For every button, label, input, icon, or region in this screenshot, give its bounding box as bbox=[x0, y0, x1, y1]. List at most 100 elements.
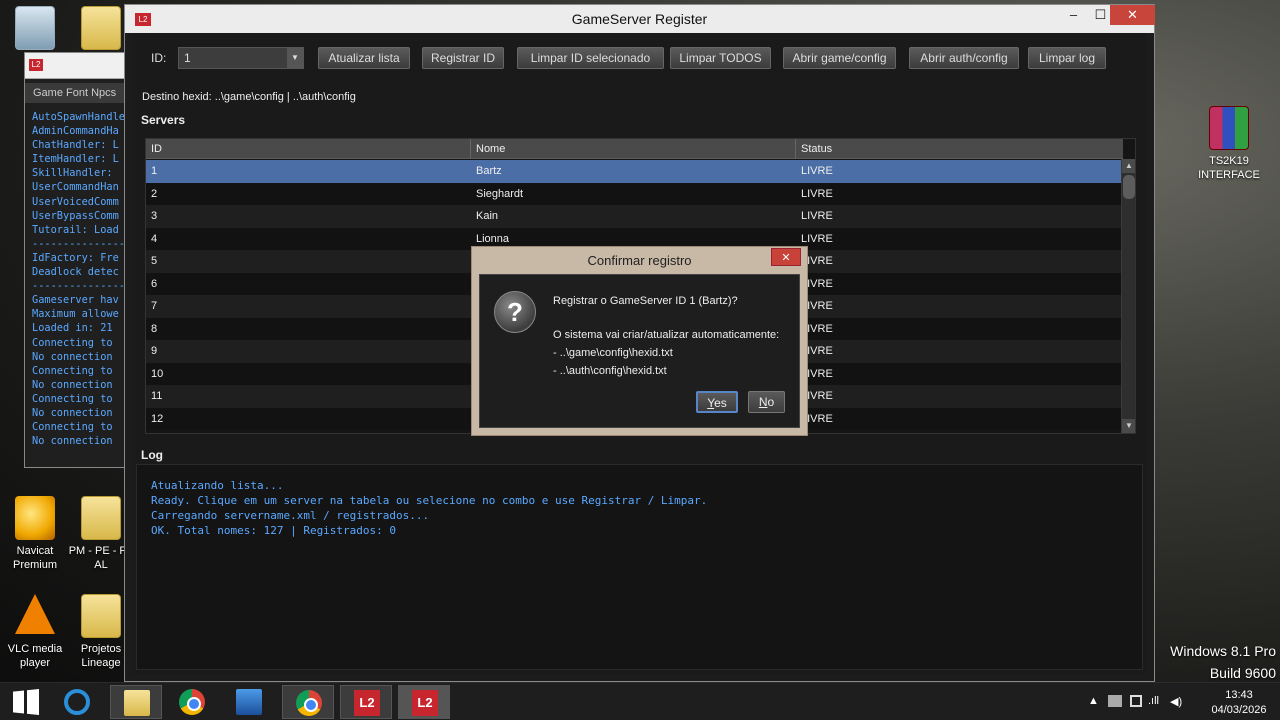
scroll-down-icon[interactable]: ▼ bbox=[1122, 419, 1135, 433]
volume-icon[interactable]: ◀) bbox=[1170, 695, 1182, 708]
console-log-line: --------------- bbox=[32, 280, 125, 293]
yes-button[interactable]: Yes bbox=[696, 391, 738, 413]
scrollbar-thumb[interactable] bbox=[1123, 175, 1135, 199]
cell-id: 8 bbox=[151, 322, 158, 335]
log-panel[interactable]: Atualizando lista... Ready. Clique em um … bbox=[136, 464, 1143, 670]
desktop-icon-ts2k19[interactable]: TS2K19 INTERFACE bbox=[1194, 106, 1264, 182]
desktop-icon-recycle-bin[interactable] bbox=[0, 6, 70, 54]
taskbar-l2-console[interactable]: L2 bbox=[340, 685, 392, 719]
console-log-line: Maximum allowe bbox=[32, 308, 119, 321]
clear-all-button[interactable]: Limpar TODOS bbox=[670, 47, 771, 69]
cell-status: LIVRE bbox=[801, 390, 833, 402]
console-log-line: UserCommandHan bbox=[32, 181, 119, 194]
column-header-name[interactable]: Nome bbox=[471, 139, 796, 159]
start-button[interactable] bbox=[0, 685, 52, 719]
console-log-line: --------------- bbox=[32, 237, 125, 250]
register-id-button[interactable]: Registrar ID bbox=[422, 47, 504, 69]
taskbar: L2 L2 ▲ .ıll ◀) 13:43 04/03/2026 bbox=[0, 682, 1280, 720]
desktop-icon-vlc[interactable]: VLC media player bbox=[0, 594, 70, 670]
window-titlebar[interactable]: L2 GameServer Register – ☐ ✕ bbox=[125, 5, 1155, 33]
minimize-button[interactable]: – bbox=[1060, 5, 1087, 25]
servers-heading: Servers bbox=[141, 113, 186, 127]
dialog-close-button[interactable]: ✕ bbox=[771, 248, 801, 266]
console-log-line: UserVoicedComm bbox=[32, 195, 119, 208]
console-log-line: Tutorail: Load bbox=[32, 223, 119, 236]
cell-id: 5 bbox=[151, 255, 158, 267]
console-window[interactable]: L2 Game Font Npcs AutoSpawnHandle AdminCo… bbox=[24, 52, 128, 468]
cell-status: LIVRE bbox=[801, 165, 833, 177]
cell-name: Bartz bbox=[476, 165, 502, 177]
console-log-line: ItemHandler: L bbox=[32, 153, 119, 166]
taskbar-network-app[interactable] bbox=[223, 685, 275, 719]
close-button[interactable]: ✕ bbox=[1110, 5, 1155, 25]
open-auth-config-button[interactable]: Abrir auth/config bbox=[909, 47, 1019, 69]
clear-selected-id-button[interactable]: Limpar ID selecionado bbox=[517, 47, 664, 69]
taskbar-internet-explorer[interactable] bbox=[51, 685, 103, 719]
desktop-icon-label: Navicat Premium bbox=[12, 545, 57, 571]
id-combo[interactable]: 1 ▼ bbox=[178, 47, 304, 69]
console-log-line: Loaded in: 21 bbox=[32, 322, 119, 335]
refresh-list-button[interactable]: Atualizar lista bbox=[318, 47, 410, 69]
console-log-line: ChatHandler: L bbox=[32, 139, 119, 152]
l2-app-icon: L2 bbox=[412, 690, 438, 716]
cell-id: 7 bbox=[151, 300, 158, 312]
network-icon[interactable] bbox=[1130, 695, 1142, 707]
column-header-id[interactable]: ID bbox=[146, 139, 471, 159]
folder-icon bbox=[81, 594, 121, 638]
yes-label: es bbox=[714, 396, 727, 410]
l2-app-icon: L2 bbox=[354, 690, 380, 716]
cell-status: LIVRE bbox=[801, 345, 833, 357]
console-menu-bar[interactable]: Game Font Npcs bbox=[25, 83, 127, 103]
dialog-question: Registrar o GameServer ID 1 (Bartz)? bbox=[553, 295, 738, 307]
cell-status: LIVRE bbox=[801, 255, 833, 267]
cell-id: 9 bbox=[151, 345, 158, 357]
cell-status: LIVRE bbox=[801, 300, 833, 312]
dialog-message: Registrar o GameServer ID 1 (Bartz)? O s… bbox=[553, 292, 779, 380]
taskbar-chrome[interactable] bbox=[166, 685, 218, 719]
toolbar: ID: 1 ▼ Atualizar lista Registrar ID Lim… bbox=[141, 47, 1147, 69]
desktop-icon-navicat[interactable]: Navicat Premium bbox=[0, 496, 70, 572]
show-hidden-icons-icon[interactable]: ▲ bbox=[1088, 695, 1099, 707]
table-row[interactable]: 3 Kain LIVRE bbox=[146, 205, 1121, 228]
table-header: ID Nome Status bbox=[146, 139, 1123, 159]
console-log-line: UserBypassComm bbox=[32, 209, 119, 222]
question-icon: ? bbox=[494, 291, 536, 333]
system-tray: ▲ .ıll ◀) 13:43 04/03/2026 bbox=[1080, 683, 1280, 720]
dialog-path-game: - ..\game\config\hexid.txt bbox=[553, 347, 673, 359]
windows-logo-icon bbox=[13, 689, 39, 715]
console-log-line: Connecting to bbox=[32, 421, 119, 434]
clock[interactable]: 13:43 04/03/2026 bbox=[1204, 688, 1274, 718]
no-button[interactable]: No bbox=[748, 391, 785, 413]
taskbar-l2-register[interactable]: L2 bbox=[398, 685, 450, 719]
log-line: OK. Total nomes: 127 | Registrados: 0 bbox=[151, 524, 397, 537]
log-line: Ready. Clique em um server na tabela ou … bbox=[151, 494, 708, 507]
cell-status: LIVRE bbox=[801, 210, 833, 222]
signal-icon[interactable]: .ıll bbox=[1148, 695, 1159, 707]
clear-log-button[interactable]: Limpar log bbox=[1028, 47, 1106, 69]
open-game-config-button[interactable]: Abrir game/config bbox=[783, 47, 896, 69]
cell-status: LIVRE bbox=[801, 412, 833, 425]
clock-date: 04/03/2026 bbox=[1211, 704, 1267, 716]
console-log-line: No connection bbox=[32, 378, 119, 391]
console-log-line: AdminCommandHa bbox=[32, 125, 119, 138]
table-scrollbar[interactable]: ▲ ▼ bbox=[1121, 159, 1135, 433]
log-line: Atualizando lista... bbox=[151, 479, 284, 492]
cell-name: Kain bbox=[476, 210, 499, 222]
dialog-info: O sistema vai criar/atualizar automatica… bbox=[553, 329, 780, 341]
table-row[interactable]: 1 Bartz LIVRE bbox=[146, 160, 1121, 183]
file-explorer-icon bbox=[124, 690, 150, 716]
column-header-status[interactable]: Status bbox=[796, 139, 1123, 159]
taskbar-chrome-profile[interactable] bbox=[282, 685, 334, 719]
console-log-line: No connection bbox=[32, 435, 119, 448]
id-label: ID: bbox=[151, 51, 167, 65]
cell-id: 6 bbox=[151, 277, 158, 290]
chevron-down-icon[interactable]: ▼ bbox=[287, 48, 303, 68]
console-titlebar[interactable]: L2 bbox=[25, 53, 127, 79]
table-row[interactable]: 2 Sieghardt LIVRE bbox=[146, 182, 1121, 205]
scroll-up-icon[interactable]: ▲ bbox=[1122, 159, 1135, 173]
clock-time: 13:43 bbox=[1225, 689, 1253, 701]
chrome-icon bbox=[296, 690, 322, 716]
chrome-icon bbox=[179, 689, 205, 715]
taskbar-file-explorer[interactable] bbox=[110, 685, 162, 719]
action-center-icon[interactable] bbox=[1108, 695, 1122, 707]
